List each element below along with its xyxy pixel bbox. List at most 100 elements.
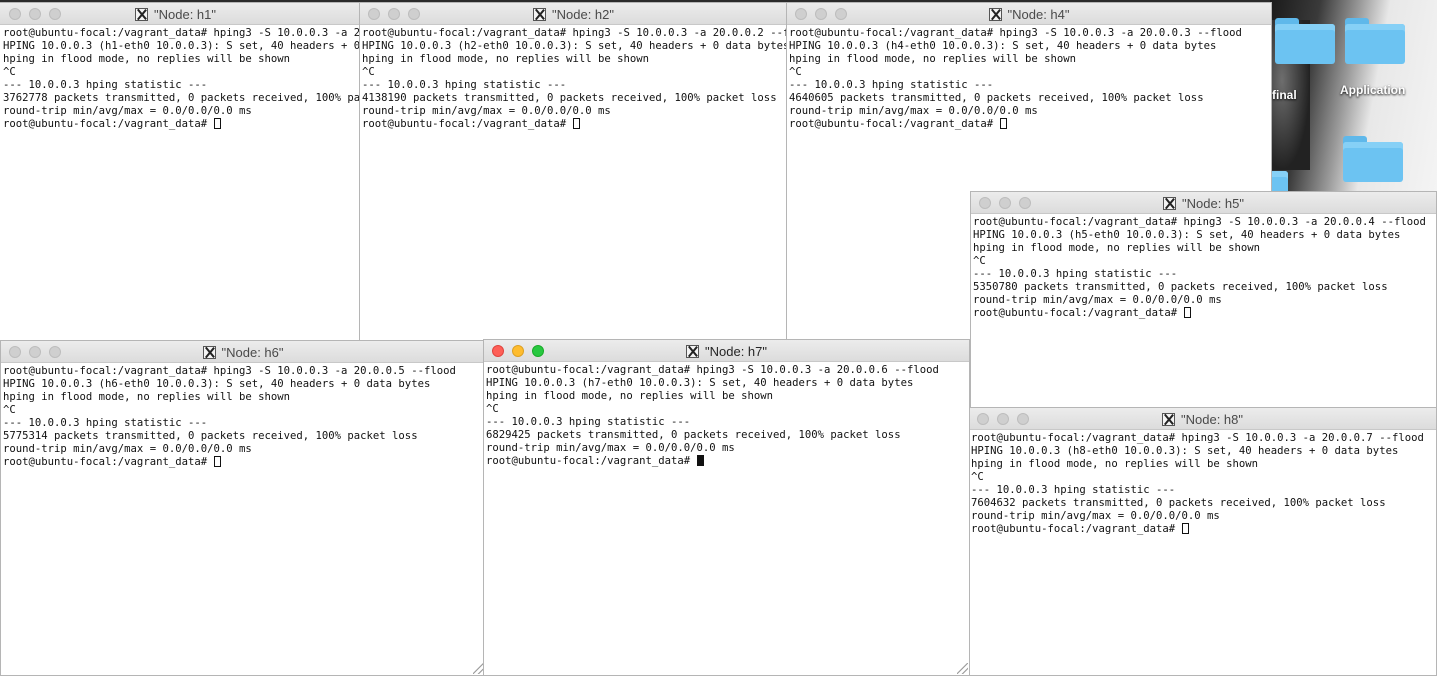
window-titlebar[interactable]: "Node: h5" xyxy=(971,192,1436,214)
terminal-line: ^C xyxy=(973,255,986,267)
folder-icon[interactable] xyxy=(1343,136,1403,182)
terminal-output[interactable]: root@ubuntu-focal:/vagrant_data# hping3 … xyxy=(485,363,969,675)
shell-prompt: root@ubuntu-focal:/vagrant_data# xyxy=(973,307,1184,319)
terminal-line: root@ubuntu-focal:/vagrant_data# hping3 … xyxy=(3,365,456,377)
x11-icon xyxy=(686,344,699,358)
text-cursor xyxy=(1182,523,1190,534)
text-cursor xyxy=(214,118,222,129)
terminal-line: hping in flood mode, no replies will be … xyxy=(362,53,650,65)
terminal-line: 5775314 packets transmitted, 0 packets r… xyxy=(3,430,418,442)
x11-icon xyxy=(202,345,216,359)
terminal-line: root@ubuntu-focal:/vagrant_data# hping3 … xyxy=(973,216,1426,228)
terminal-output[interactable]: root@ubuntu-focal:/vagrant_data# hping3 … xyxy=(2,364,485,675)
desktop-item-final-label[interactable]: final xyxy=(1272,88,1297,102)
terminal-line: --- 10.0.0.3 hping statistic --- xyxy=(971,484,1176,496)
terminal-line: 6829425 packets transmitted, 0 packets r… xyxy=(486,429,901,441)
terminal-prompt-line[interactable]: root@ubuntu-focal:/vagrant_data# xyxy=(789,118,1271,131)
x11-icon xyxy=(135,7,148,21)
terminal-line: ^C xyxy=(3,66,16,78)
terminal-window-h1[interactable]: "Node: h1" root@ubuntu-focal:/vagrant_da… xyxy=(0,2,361,342)
terminal-line: root@ubuntu-focal:/vagrant_data# hping3 … xyxy=(971,432,1424,444)
terminal-line: --- 10.0.0.3 hping statistic --- xyxy=(3,79,208,91)
terminal-line: HPING 10.0.0.3 (h4-eth0 10.0.0.3): S set… xyxy=(789,40,1217,52)
shell-prompt: root@ubuntu-focal:/vagrant_data# xyxy=(971,523,1182,535)
terminal-prompt-line[interactable]: root@ubuntu-focal:/vagrant_data# xyxy=(973,307,1436,320)
terminal-line: round-trip min/avg/max = 0.0/0.0/0.0 ms xyxy=(973,294,1222,306)
terminal-output[interactable]: root@ubuntu-focal:/vagrant_data# hping3 … xyxy=(970,431,1436,675)
terminal-window-h5[interactable]: "Node: h5" root@ubuntu-focal:/vagrant_da… xyxy=(970,191,1437,413)
terminal-line: HPING 10.0.0.3 (h7-eth0 10.0.0.3): S set… xyxy=(486,377,914,389)
window-title: "Node: h6" xyxy=(221,344,284,360)
terminal-line: round-trip min/avg/max = 0.0/0.0/0.0 ms xyxy=(362,105,611,117)
text-cursor xyxy=(214,456,222,467)
text-cursor xyxy=(1000,118,1008,129)
shell-prompt: root@ubuntu-focal:/vagrant_data# xyxy=(3,118,214,130)
terminal-line: --- 10.0.0.3 hping statistic --- xyxy=(486,416,691,428)
terminal-window-h7[interactable]: "Node: h7" root@ubuntu-focal:/vagrant_da… xyxy=(483,339,970,676)
terminal-line: ^C xyxy=(789,66,802,78)
terminal-line: HPING 10.0.0.3 (h1-eth0 10.0.0.3): S set… xyxy=(3,40,360,52)
shell-prompt: root@ubuntu-focal:/vagrant_data# xyxy=(789,118,1000,130)
terminal-line: HPING 10.0.0.3 (h5-eth0 10.0.0.3): S set… xyxy=(973,229,1401,241)
terminal-line: round-trip min/avg/max = 0.0/0.0/0.0 ms xyxy=(486,442,735,454)
terminal-window-h8[interactable]: "Node: h8" root@ubuntu-focal:/vagrant_da… xyxy=(968,407,1437,676)
terminal-line: 5350780 packets transmitted, 0 packets r… xyxy=(973,281,1388,293)
terminal-line: --- 10.0.0.3 hping statistic --- xyxy=(973,268,1178,280)
terminal-line: 4138190 packets transmitted, 0 packets r… xyxy=(362,92,777,104)
terminal-line: --- 10.0.0.3 hping statistic --- xyxy=(789,79,994,91)
terminal-line: --- 10.0.0.3 hping statistic --- xyxy=(362,79,567,91)
terminal-line: --- 10.0.0.3 hping statistic --- xyxy=(3,417,208,429)
x11-icon xyxy=(1163,196,1176,210)
window-title: "Node: h8" xyxy=(1181,411,1243,427)
folder-icon[interactable] xyxy=(1345,18,1405,64)
terminal-line: ^C xyxy=(3,404,16,416)
terminal-line: round-trip min/avg/max = 0.0/0.0/0.0 ms xyxy=(3,105,252,117)
terminal-window-h2[interactable]: "Node: h2" root@ubuntu-focal:/vagrant_da… xyxy=(359,2,788,342)
window-titlebar[interactable]: "Node: h8" xyxy=(969,408,1436,430)
terminal-line: hping in flood mode, no replies will be … xyxy=(3,391,291,403)
terminal-prompt-line[interactable]: root@ubuntu-focal:/vagrant_data# xyxy=(971,523,1436,536)
x11-icon xyxy=(988,7,1002,21)
terminal-line: root@ubuntu-focal:/vagrant_data# hping3 … xyxy=(486,364,939,376)
terminal-line: hping in flood mode, no replies will be … xyxy=(486,390,774,402)
x11-icon xyxy=(533,7,546,21)
text-cursor xyxy=(573,118,581,129)
terminal-prompt-line[interactable]: root@ubuntu-focal:/vagrant_data# xyxy=(3,456,485,469)
desktop-item-application-label[interactable]: Application xyxy=(1340,83,1405,97)
terminal-prompt-line[interactable]: root@ubuntu-focal:/vagrant_data# xyxy=(486,455,969,468)
window-title: "Node: h7" xyxy=(705,343,767,359)
terminal-line: hping in flood mode, no replies will be … xyxy=(973,242,1261,254)
terminal-window-h6[interactable]: "Node: h6" root@ubuntu-focal:/vagrant_da… xyxy=(0,340,486,676)
terminal-line: round-trip min/avg/max = 0.0/0.0/0.0 ms xyxy=(971,510,1220,522)
resize-grip-icon[interactable] xyxy=(957,663,968,674)
terminal-line: root@ubuntu-focal:/vagrant_data# hping3 … xyxy=(362,27,787,39)
window-titlebar[interactable]: "Node: h6" xyxy=(1,341,485,363)
terminal-line: hping in flood mode, no replies will be … xyxy=(971,458,1259,470)
terminal-output[interactable]: root@ubuntu-focal:/vagrant_data# hping3 … xyxy=(972,215,1436,412)
terminal-output[interactable]: root@ubuntu-focal:/vagrant_data# hping3 … xyxy=(2,26,360,341)
shell-prompt: root@ubuntu-focal:/vagrant_data# xyxy=(486,455,697,467)
terminal-line: round-trip min/avg/max = 0.0/0.0/0.0 ms xyxy=(789,105,1038,117)
window-titlebar[interactable]: "Node: h4" xyxy=(787,3,1271,25)
terminal-output[interactable]: root@ubuntu-focal:/vagrant_data# hping3 … xyxy=(361,26,787,341)
terminal-line: HPING 10.0.0.3 (h2-eth0 10.0.0.3): S set… xyxy=(362,40,787,52)
folder-icon[interactable] xyxy=(1275,18,1335,64)
terminal-line: 3762778 packets transmitted, 0 packets r… xyxy=(3,92,360,104)
terminal-prompt-line[interactable]: root@ubuntu-focal:/vagrant_data# xyxy=(362,118,787,131)
shell-prompt: root@ubuntu-focal:/vagrant_data# xyxy=(3,456,214,468)
terminal-line: root@ubuntu-focal:/vagrant_data# hping3 … xyxy=(789,27,1242,39)
terminal-line: ^C xyxy=(486,403,499,415)
terminal-line: 7604632 packets transmitted, 0 packets r… xyxy=(971,497,1386,509)
window-title: "Node: h1" xyxy=(154,6,216,22)
terminal-line: HPING 10.0.0.3 (h6-eth0 10.0.0.3): S set… xyxy=(3,378,431,390)
window-title: "Node: h5" xyxy=(1182,195,1244,211)
text-cursor xyxy=(1184,307,1192,318)
terminal-line: ^C xyxy=(971,471,984,483)
window-titlebar[interactable]: "Node: h2" xyxy=(360,3,787,25)
window-title: "Node: h2" xyxy=(552,6,614,22)
terminal-prompt-line[interactable]: root@ubuntu-focal:/vagrant_data# xyxy=(3,118,360,131)
terminal-line: root@ubuntu-focal:/vagrant_data# hping3 … xyxy=(3,27,360,39)
terminal-line: 4640605 packets transmitted, 0 packets r… xyxy=(789,92,1204,104)
window-titlebar[interactable]: "Node: h7" xyxy=(484,340,969,362)
window-titlebar[interactable]: "Node: h1" xyxy=(0,3,360,25)
